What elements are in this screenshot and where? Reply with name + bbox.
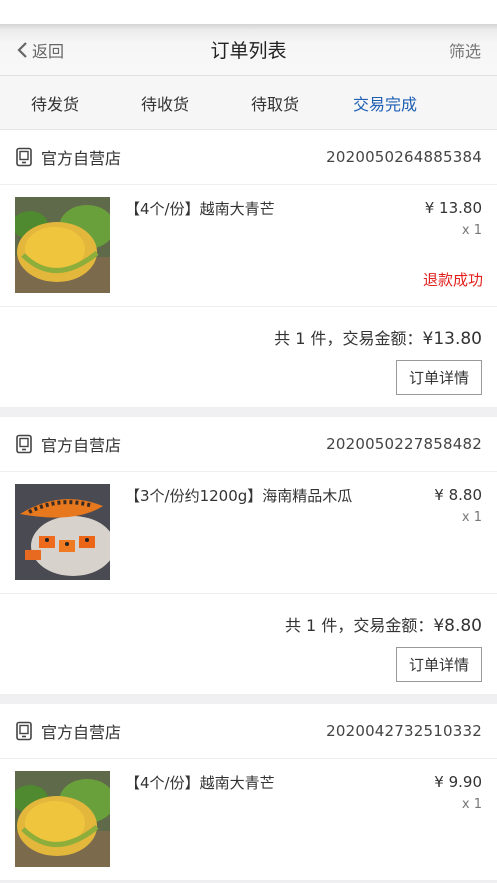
order-list: 官方自营店 2020050264885384 【4个/份】越南大青芒 ¥ 13.… bbox=[0, 130, 497, 881]
order-card: 官方自营店 2020050227858482 【3个/份约1200g】海南精品木 bbox=[0, 417, 497, 694]
product-name: 【3个/份约1200g】海南精品木瓜 bbox=[125, 487, 353, 505]
total-prefix: 共 1 件，交易金额： bbox=[284, 616, 434, 635]
store-icon bbox=[16, 147, 32, 167]
shop-name: 官方自营店 bbox=[41, 436, 122, 455]
shop-info[interactable]: 官方自营店 bbox=[15, 719, 121, 743]
product-quantity: x 1 bbox=[461, 223, 482, 238]
product-image-mango bbox=[15, 771, 110, 867]
order-number: 2020042732510332 bbox=[326, 722, 482, 740]
order-card: 官方自营店 2020050264885384 【4个/份】越南大青芒 ¥ 13.… bbox=[0, 130, 497, 407]
product-price: ¥ 9.90 bbox=[434, 773, 482, 791]
product-image-mango bbox=[15, 197, 110, 293]
page-title: 订单列表 bbox=[210, 40, 287, 62]
product-name: 【4个/份】越南大青芒 bbox=[125, 774, 275, 792]
order-header: 官方自营店 2020050227858482 bbox=[0, 417, 497, 472]
status-bar bbox=[0, 0, 497, 24]
total-amount: ¥8.80 bbox=[433, 616, 482, 636]
shop-info[interactable]: 官方自营店 bbox=[15, 145, 121, 169]
product-image-papaya bbox=[15, 484, 110, 580]
product-quantity: x 1 bbox=[461, 797, 482, 812]
order-footer: 共 1 件，交易金额：¥8.80 订单详情 bbox=[0, 594, 497, 694]
order-header: 官方自营店 2020050264885384 bbox=[0, 130, 497, 185]
order-footer: 共 1 件，交易金额：¥13.80 订单详情 bbox=[0, 307, 497, 407]
product-price: ¥ 8.80 bbox=[434, 486, 482, 504]
order-number: 2020050227858482 bbox=[326, 435, 482, 453]
back-button[interactable]: 返回 bbox=[16, 38, 64, 62]
store-icon bbox=[16, 434, 32, 454]
refund-status: 退款成功 bbox=[422, 271, 483, 289]
tab-bar: 待发货 待收货 待取货 交易完成 bbox=[0, 76, 497, 130]
back-label: 返回 bbox=[32, 41, 65, 61]
order-total: 共 1 件，交易金额：¥13.80 bbox=[15, 325, 482, 349]
order-header: 官方自营店 2020042732510332 bbox=[0, 704, 497, 759]
total-prefix: 共 1 件，交易金额： bbox=[274, 329, 423, 348]
chevron-left-icon bbox=[17, 41, 27, 58]
shop-name: 官方自营店 bbox=[41, 149, 122, 168]
order-total: 共 1 件，交易金额：¥8.80 bbox=[15, 612, 482, 636]
order-detail-button[interactable]: 订单详情 bbox=[395, 647, 482, 682]
shop-info[interactable]: 官方自营店 bbox=[15, 432, 121, 456]
product-quantity: x 1 bbox=[461, 510, 482, 525]
product-name: 【4个/份】越南大青芒 bbox=[125, 200, 275, 218]
product-price: ¥ 13.80 bbox=[424, 199, 482, 217]
tab-completed[interactable]: 交易完成 bbox=[330, 91, 440, 115]
tab-pending-pickup[interactable]: 待取货 bbox=[220, 91, 330, 115]
order-item[interactable]: 【4个/份】越南大青芒 ¥ 13.80 x 1 退款成功 bbox=[0, 185, 497, 307]
store-icon bbox=[16, 721, 32, 741]
order-detail-button[interactable]: 订单详情 bbox=[395, 360, 482, 395]
order-card: 官方自营店 2020042732510332 【4个/份】越南大青芒 ¥ 9.9… bbox=[0, 704, 497, 881]
nav-bar: 返回 订单列表 筛选 bbox=[0, 24, 497, 76]
tab-pending-shipment[interactable]: 待发货 bbox=[0, 91, 110, 115]
tab-pending-receipt[interactable]: 待收货 bbox=[110, 91, 220, 115]
shop-name: 官方自营店 bbox=[41, 723, 122, 742]
filter-button[interactable]: 筛选 bbox=[449, 38, 481, 62]
total-amount: ¥13.80 bbox=[422, 329, 482, 349]
order-item[interactable]: 【3个/份约1200g】海南精品木瓜 ¥ 8.80 x 1 bbox=[0, 472, 497, 594]
order-number: 2020050264885384 bbox=[326, 148, 482, 166]
order-item[interactable]: 【4个/份】越南大青芒 ¥ 9.90 x 1 bbox=[0, 759, 497, 881]
